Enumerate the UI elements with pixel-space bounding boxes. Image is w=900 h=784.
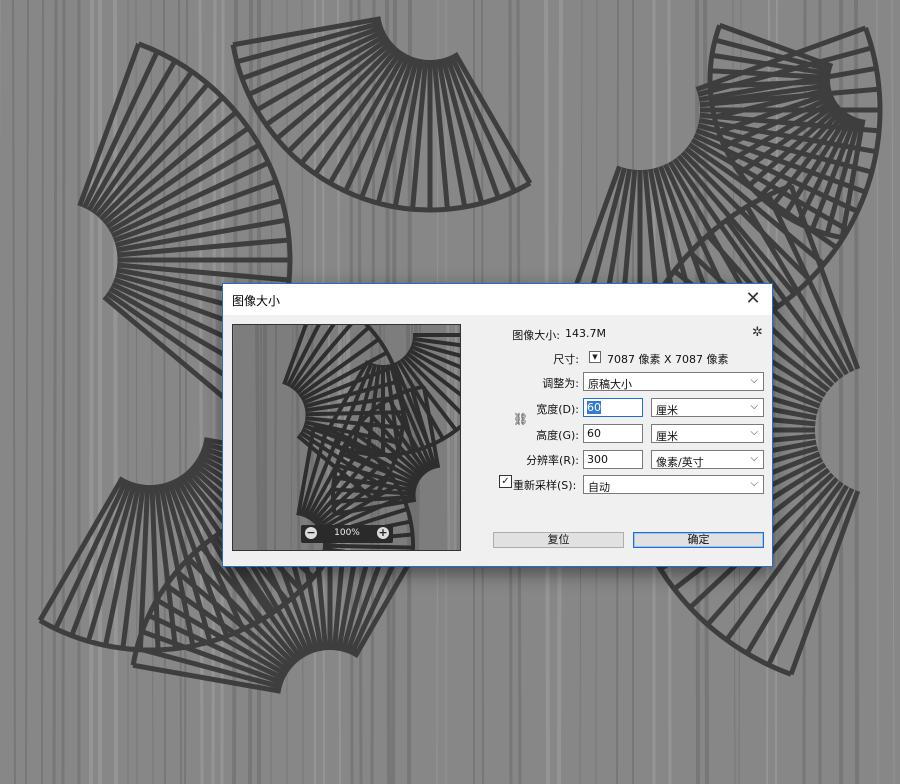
image-preview[interactable]: − 100% + [232, 324, 461, 551]
zoom-in-icon[interactable]: + [377, 527, 389, 539]
dialog-title: 图像大小 [232, 294, 281, 308]
width-label: 宽度(D): [536, 403, 579, 416]
resolution-value: 300 [587, 453, 608, 466]
height-input[interactable]: 60 [583, 424, 643, 443]
zoom-level: 100% [334, 528, 360, 538]
fit-to-value: 原稿大小 [588, 378, 632, 391]
close-icon[interactable]: ✕ [740, 287, 766, 311]
resample-checkbox[interactable]: ✓ [499, 475, 512, 488]
resolution-label: 分辨率(R): [526, 454, 579, 467]
chevron-down-icon: ⌵ [750, 427, 758, 438]
image-size-label: 图像大小: [512, 329, 560, 342]
fit-to-label: 调整为: [542, 377, 579, 390]
zoom-control: − 100% + [301, 525, 393, 543]
height-label: 高度(G): [536, 429, 579, 442]
ok-button[interactable]: 确定 [633, 532, 764, 548]
width-input[interactable]: 60 [583, 398, 643, 417]
resample-select[interactable]: 自动 ⌵ [583, 475, 764, 494]
reset-button[interactable]: 复位 [493, 532, 624, 548]
dialog-titlebar: 图像大小 ✕ [223, 284, 772, 315]
chevron-down-icon: ⌵ [750, 478, 758, 489]
dimensions-unit-dropdown[interactable]: ▼ [589, 351, 601, 363]
resample-label: 重新采样(S): [513, 479, 577, 492]
dimensions-value: 7087 像素 X 7087 像素 [607, 353, 729, 366]
chevron-down-icon: ⌵ [750, 375, 758, 386]
height-value: 60 [587, 427, 601, 440]
width-value: 60 [587, 401, 601, 414]
preview-image [233, 325, 460, 550]
width-unit: 厘米 [656, 404, 678, 417]
zoom-out-icon[interactable]: − [305, 527, 317, 539]
chevron-down-icon: ⌵ [750, 453, 758, 464]
resolution-unit-select[interactable]: 像素/英寸 ⌵ [651, 450, 764, 469]
gear-icon[interactable]: ✲ [752, 325, 763, 340]
height-unit: 厘米 [656, 430, 678, 443]
chevron-down-icon: ⌵ [750, 401, 758, 412]
dimensions-label: 尺寸: [553, 353, 579, 366]
resolution-unit: 像素/英寸 [656, 456, 704, 469]
resolution-input[interactable]: 300 [583, 450, 643, 469]
chain-link-icon[interactable]: ⛓ [513, 412, 528, 426]
resample-value: 自动 [588, 481, 610, 494]
width-unit-select[interactable]: 厘米 ⌵ [651, 398, 764, 417]
height-unit-select[interactable]: 厘米 ⌵ [651, 424, 764, 443]
fit-to-select[interactable]: 原稿大小 ⌵ [583, 372, 764, 391]
image-size-value: 143.7M [565, 327, 606, 340]
image-size-dialog: 图像大小 ✕ − 100% + 图像大小: 143.7M ✲ 尺寸: ▼ 708… [222, 283, 773, 567]
